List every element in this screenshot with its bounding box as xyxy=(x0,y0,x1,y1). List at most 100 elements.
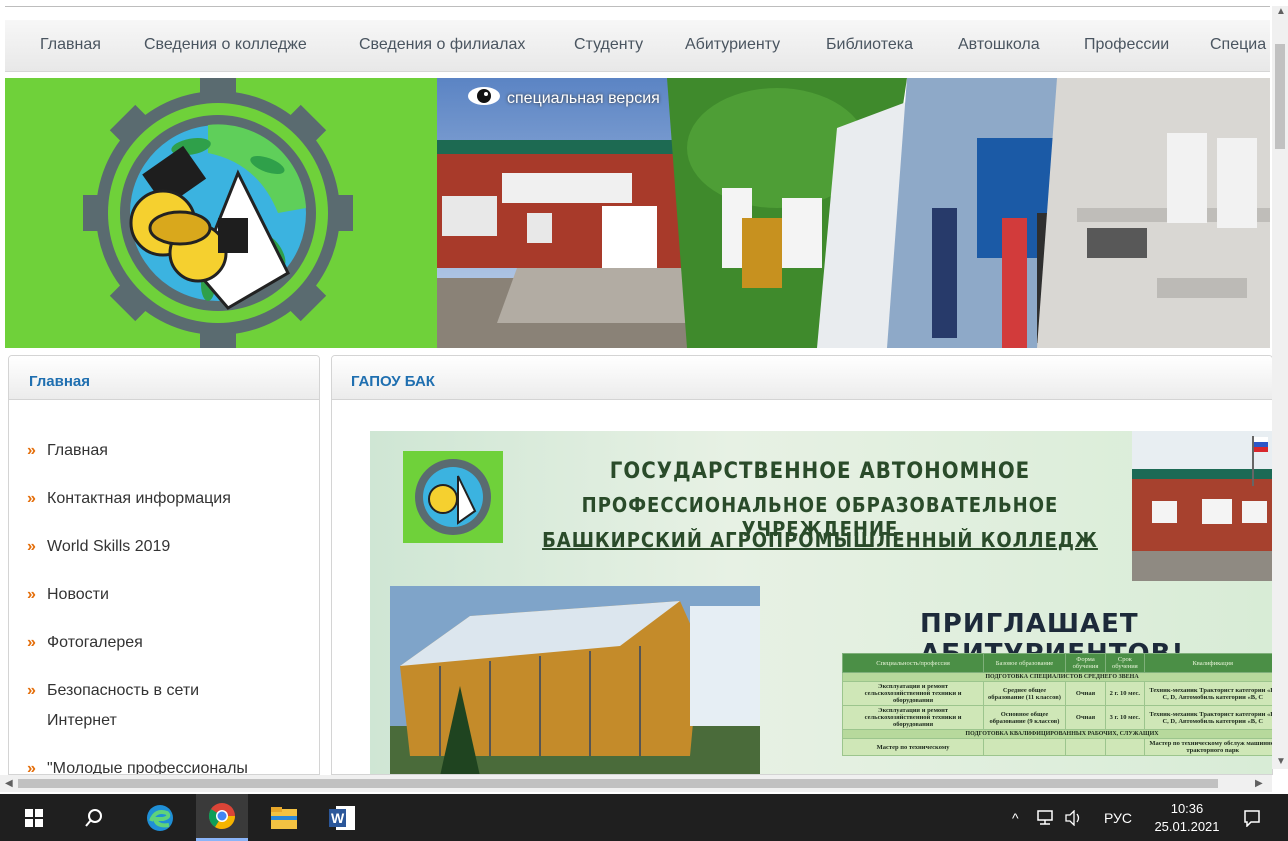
sidebar-item-label: Безопасность в сети Интернет xyxy=(47,682,200,729)
table-header: Специальность/профессия xyxy=(841,653,985,673)
scroll-right-icon[interactable]: ▶ xyxy=(1255,778,1263,789)
poster-title-line3: БАШКИРСКИЙ АГРОПРОМЫШЛЕННЫЙ КОЛЛЕДЖ xyxy=(542,528,1098,552)
chevron-right-icon: » xyxy=(27,760,36,775)
vertical-scrollbar[interactable]: ▲ ▼ xyxy=(1272,6,1288,769)
table-group-row: ПОДГОТОВКА КВАЛИФИЦИРОВАННЫХ РАБОЧИХ, СЛ… xyxy=(842,729,1272,739)
special-version-link[interactable]: специальная версия xyxy=(467,86,660,111)
table-group-label: ПОДГОТОВКА КВАЛИФИЦИРОВАННЫХ РАБОЧИХ, СЛ… xyxy=(842,729,1272,739)
nav-item-special[interactable]: Специа xyxy=(1210,36,1266,54)
nav-item-student[interactable]: Студенту xyxy=(574,36,643,54)
file-explorer-icon[interactable] xyxy=(264,794,304,841)
sidebar-item-gallery[interactable]: » Фотогалерея xyxy=(27,628,319,658)
table-row: Мастер по техническому Мастер по техниче… xyxy=(841,738,1272,756)
edge-browser-icon[interactable] xyxy=(140,794,180,841)
table-group-row: ПОДГОТОВКА СПЕЦИАЛИСТОВ СРЕДНЕГО ЗВЕНА xyxy=(842,672,1272,682)
sidebar-item-label: Контактная информация xyxy=(47,490,231,507)
table-cell: Основное общее образование (9 классов) xyxy=(983,705,1066,730)
scroll-down-icon[interactable]: ▼ xyxy=(1276,756,1286,767)
notifications-icon[interactable] xyxy=(1236,794,1268,841)
admission-poster: ГОСУДАРСТВЕННОЕ АВТОНОМНОЕ ПРОФЕССИОНАЛЬ… xyxy=(370,431,1272,774)
poster-title-line1: ГОСУДАРСТВЕННОЕ АВТОНОМНОЕ xyxy=(609,459,1031,484)
sidebar-item-label: Новости xyxy=(47,586,109,603)
table-cell: Эксплуатация и ремонт сельскохозяйственн… xyxy=(841,705,985,730)
table-cell: Мастер по техническому обслуж машинно-тр… xyxy=(1143,738,1272,756)
network-icon[interactable] xyxy=(1036,794,1054,841)
main-content: ГАПОУ БАК ГОСУДАРСТВЕННОЕ АВТОНОМНОЕ ПРО… xyxy=(331,355,1273,775)
scroll-left-icon[interactable]: ◀ xyxy=(5,778,13,789)
sidebar-item-label: World Skills 2019 xyxy=(47,538,171,555)
show-hidden-icons-icon[interactable]: ^ xyxy=(1012,794,1019,841)
chrome-browser-icon[interactable] xyxy=(196,794,248,841)
table-header: Срок обучения xyxy=(1105,653,1145,673)
chevron-right-icon: » xyxy=(27,682,36,699)
chevron-right-icon: » xyxy=(27,490,36,507)
nav-item-about-college[interactable]: Сведения о колледже xyxy=(144,36,307,54)
sidebar-item-worldskills[interactable]: » World Skills 2019 xyxy=(27,532,319,562)
top-divider xyxy=(5,6,1270,7)
taskbar-clock[interactable]: 10:36 25.01.2021 xyxy=(1147,800,1227,836)
programs-table: Специальность/профессия Базовое образова… xyxy=(841,653,1272,756)
header-banner: специальная версия xyxy=(5,78,1270,348)
sidebar-item-young-professionals[interactable]: » "Молодые профессионалы xyxy=(27,754,319,775)
table-header: Форма обучения xyxy=(1064,653,1107,673)
table-group-label: ПОДГОТОВКА СПЕЦИАЛИСТОВ СРЕДНЕГО ЗВЕНА xyxy=(842,672,1272,682)
eye-icon xyxy=(467,86,501,111)
special-version-label: специальная версия xyxy=(507,89,660,107)
table-cell: Эксплуатация и ремонт сельскохозяйственн… xyxy=(841,681,985,706)
nav-item-professions[interactable]: Профессии xyxy=(1084,36,1169,54)
chevron-right-icon: » xyxy=(27,586,36,603)
search-icon[interactable] xyxy=(78,794,110,841)
table-header: Квалификация xyxy=(1143,653,1272,673)
nav-item-applicant[interactable]: Абитуриенту xyxy=(685,36,780,54)
windows-start-icon[interactable] xyxy=(18,794,50,841)
word-icon[interactable]: W xyxy=(322,794,362,841)
table-cell: Мастер по техническому xyxy=(841,738,985,756)
nav-item-driving-school[interactable]: Автошкола xyxy=(958,36,1040,54)
sidebar-item-internet-safety[interactable]: » Безопасность в сети Интернет xyxy=(27,676,257,736)
table-cell xyxy=(1105,738,1145,756)
nav-item-branches[interactable]: Сведения о филиалах xyxy=(359,36,525,54)
sidebar-title: Главная xyxy=(9,356,319,400)
sidebar-menu: Главная » Главная » Контактная информация … xyxy=(8,355,320,775)
scroll-up-icon[interactable]: ▲ xyxy=(1276,6,1286,17)
chevron-right-icon: » xyxy=(27,634,36,651)
clock-time: 10:36 xyxy=(1170,801,1204,816)
windows-taskbar: W ^ РУС 10:36 25.01.2021 xyxy=(0,794,1288,841)
chevron-right-icon: » xyxy=(27,538,36,555)
svg-text:W: W xyxy=(331,810,345,826)
chevron-right-icon: » xyxy=(27,442,36,459)
poster-building-photo xyxy=(1132,431,1272,581)
table-cell: 2 г. 10 мес. xyxy=(1105,681,1145,706)
banner-photo-collage: специальная версия xyxy=(437,78,1270,348)
sidebar-item-contacts[interactable]: » Контактная информация xyxy=(27,484,319,514)
table-cell: Техник-механик Тракторист категории «B, … xyxy=(1143,705,1272,730)
sidebar-item-label: Фотогалерея xyxy=(47,634,143,651)
volume-icon[interactable] xyxy=(1064,794,1084,841)
sidebar-item-news[interactable]: » Новости xyxy=(27,580,319,610)
horizontal-scroll-thumb[interactable] xyxy=(18,779,1218,788)
poster-logo xyxy=(403,451,503,543)
browser-viewport: Главная Сведения о колледже Сведения о ф… xyxy=(0,0,1288,841)
table-cell xyxy=(1064,738,1107,756)
table-cell: 3 г. 10 мес. xyxy=(1105,705,1145,730)
table-row: Эксплуатация и ремонт сельскохозяйственн… xyxy=(841,681,1272,706)
table-header: Базовое образование xyxy=(983,653,1066,673)
vertical-scroll-thumb[interactable] xyxy=(1275,44,1285,149)
language-indicator[interactable]: РУС xyxy=(1104,794,1132,841)
sidebar-item-label: Главная xyxy=(47,442,108,459)
nav-item-library[interactable]: Библиотека xyxy=(826,36,913,54)
nav-item-main[interactable]: Главная xyxy=(40,36,101,54)
table-cell: Среднее общее образование (11 классов) xyxy=(983,681,1066,706)
table-header-row: Специальность/профессия Базовое образова… xyxy=(841,653,1272,673)
content-title: ГАПОУ БАК xyxy=(332,356,1272,400)
sidebar-item-label: "Молодые профессионалы xyxy=(47,760,248,775)
poster-greenhouse-photo xyxy=(390,586,760,774)
college-logo[interactable] xyxy=(5,78,437,348)
horizontal-scrollbar[interactable]: ◀ ▶ xyxy=(0,775,1272,792)
sidebar-item-main[interactable]: » Главная xyxy=(27,436,319,466)
table-cell: Очная xyxy=(1064,681,1107,706)
table-cell xyxy=(983,738,1066,756)
table-cell: Техник-механик Тракторист категории «B, … xyxy=(1143,681,1272,706)
table-row: Эксплуатация и ремонт сельскохозяйственн… xyxy=(841,705,1272,730)
clock-date: 25.01.2021 xyxy=(1154,819,1220,834)
